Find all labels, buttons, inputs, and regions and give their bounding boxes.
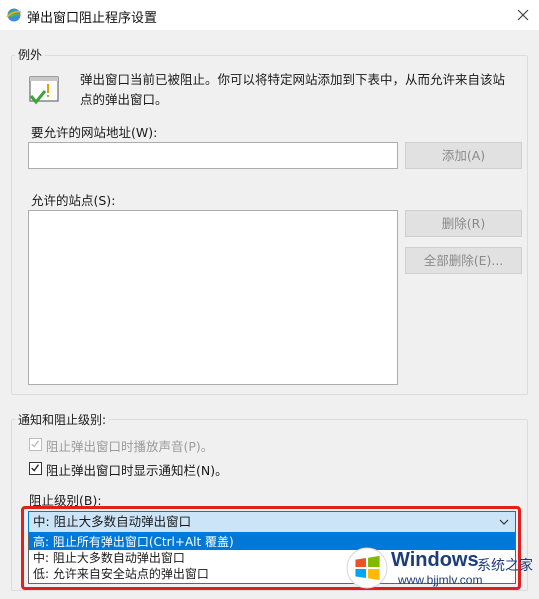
windows-logo-icon xyxy=(346,547,388,589)
show-bar-checkbox[interactable] xyxy=(29,462,42,475)
info-text: 弹出窗口当前已被阻止。你可以将特定网站添加到下表中，从而允许来自该站 点的弹出窗… xyxy=(80,72,506,107)
ie-globe-icon xyxy=(6,8,22,22)
remove-all-button[interactable]: 全部删除(E)... xyxy=(405,247,522,274)
play-sound-checkbox[interactable] xyxy=(29,438,42,451)
remove-button[interactable]: 删除(R) xyxy=(405,210,522,237)
address-input[interactable] xyxy=(28,142,398,169)
allowed-sites-label: 允许的站点(S): xyxy=(31,193,116,208)
exceptions-group-label: 例外 xyxy=(15,46,46,63)
address-label: 要允许的网站地址(W): xyxy=(31,125,158,140)
add-button[interactable]: 添加(A) xyxy=(405,142,522,169)
checkmark-icon xyxy=(31,464,40,472)
watermark-subtitle: 系统之家 xyxy=(477,558,533,574)
watermark-brand: Windows xyxy=(391,549,479,571)
close-icon[interactable] xyxy=(512,4,534,26)
warning-window-icon xyxy=(29,76,59,105)
play-sound-label: 阻止弹出窗口时播放声音(P)。 xyxy=(46,439,214,454)
allowed-sites-list[interactable] xyxy=(28,210,398,385)
watermark: Windows 系统之家 www.bjjmlv.com xyxy=(346,545,536,591)
checkmark-icon xyxy=(31,440,40,448)
watermark-url: www.bjjmlv.com xyxy=(398,573,483,587)
title-bar: 弹出窗口阻止程序设置 xyxy=(0,0,539,30)
show-bar-label: 阻止弹出窗口时显示通知栏(N)。 xyxy=(46,463,228,478)
window-title: 弹出窗口阻止程序设置 xyxy=(27,11,158,26)
notify-group-label: 通知和阻止级别: xyxy=(15,411,110,428)
